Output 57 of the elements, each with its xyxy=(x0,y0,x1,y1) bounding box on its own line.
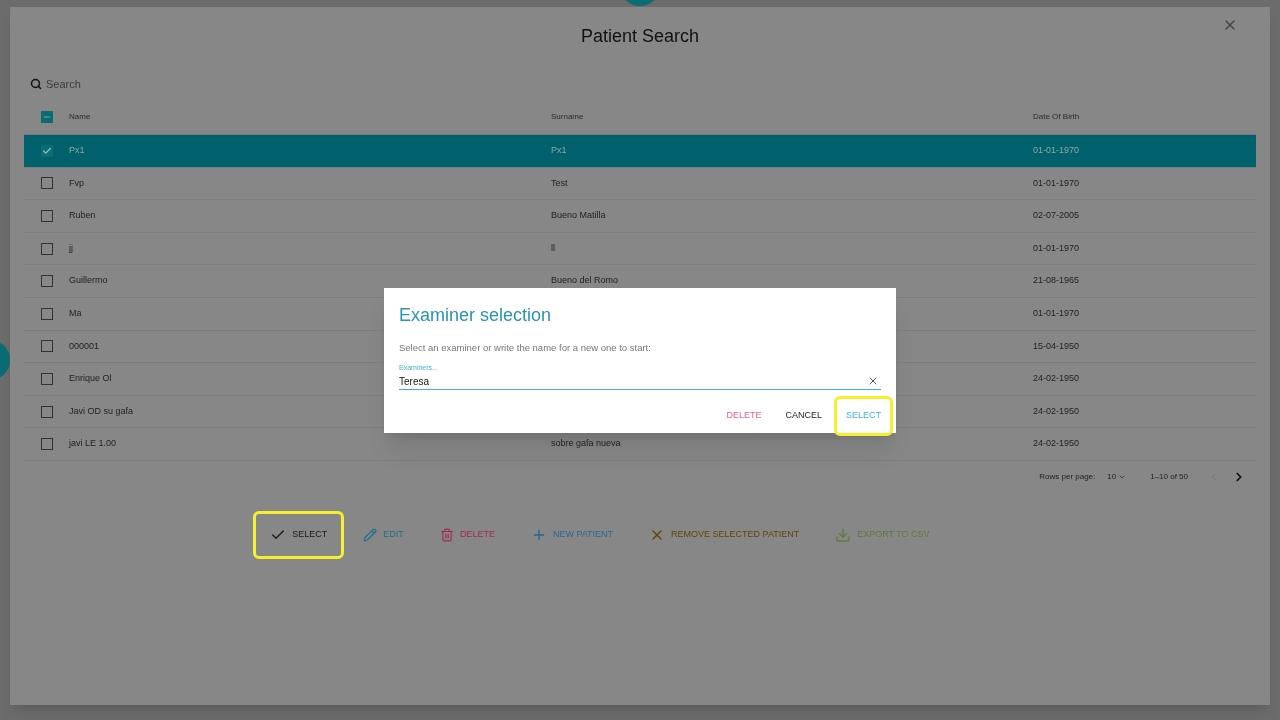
table-cell-text: 15-04-1950 xyxy=(1033,339,1080,353)
table-cell: Bueno del Romo xyxy=(551,275,619,286)
action-button[interactable]: REMOVE SELECTED PATIENT xyxy=(632,510,817,559)
table-cell: Test xyxy=(551,177,568,188)
table-cell: javi LE 1.00 xyxy=(69,438,117,449)
table-cell: Bueno Matilla xyxy=(551,210,606,221)
checkbox[interactable] xyxy=(40,405,53,418)
dialog-title: Examiner selection xyxy=(399,304,553,327)
download-icon xyxy=(835,526,852,543)
checkbox[interactable] xyxy=(40,340,53,353)
checkbox[interactable] xyxy=(40,110,53,123)
table-row[interactable]: Px1 Px1 01-01-1970 xyxy=(24,135,1256,168)
table-cell: 02-07-2005 xyxy=(1033,209,1080,223)
column-header[interactable]: Surname xyxy=(551,111,584,121)
table-cell-text: 01-01-1970 xyxy=(1033,307,1080,320)
table-cell: Enrique Ol xyxy=(69,373,112,384)
table-cell: 01-01-1970 xyxy=(1033,144,1080,158)
checkbox[interactable] xyxy=(40,275,53,288)
checkbox[interactable] xyxy=(40,210,53,222)
table-cell: Javi OD su gafa xyxy=(69,405,134,416)
checkbox[interactable] xyxy=(40,307,53,320)
table-cell: Ruben xyxy=(69,210,96,221)
table-cell: Fvp xyxy=(69,177,84,188)
rows-per-page-select[interactable]: 10 xyxy=(1107,470,1127,483)
table-cell-text: 01-01-1970 xyxy=(1033,241,1080,255)
checkbox[interactable] xyxy=(40,438,53,451)
table-cell: Ma xyxy=(69,308,82,318)
table-row[interactable]: Fvp Test 01-01-1970 xyxy=(24,167,1256,201)
pencil-icon xyxy=(363,527,378,542)
window-title: Patient Search xyxy=(580,25,700,48)
checkbox[interactable] xyxy=(40,372,53,385)
search-icon xyxy=(30,78,42,90)
table-cell-text: 24-02-1950 xyxy=(1033,404,1080,418)
table-cell: jj xyxy=(69,242,73,253)
column-header[interactable]: Date Of Birth xyxy=(1033,111,1080,121)
rows-per-page-label: Rows per page: xyxy=(1039,470,1096,483)
dialog-button[interactable]: SELECT xyxy=(834,395,893,436)
table-cell: Px1 xyxy=(69,145,85,156)
checkbox[interactable] xyxy=(40,144,53,157)
dialog-message: Select an examiner or write the name for a new one to start: xyxy=(399,341,652,355)
examiner-field[interactable]: Teresa xyxy=(399,373,867,389)
checkbox[interactable] xyxy=(40,242,53,255)
table-cell: sobre gafa nueva xyxy=(551,438,621,449)
table-cell: 000001 xyxy=(69,340,100,351)
trash-icon xyxy=(439,527,454,542)
table-row[interactable]: Ruben Bueno Matilla 02-07-2005 xyxy=(24,200,1256,233)
table-cell: 24-02-1950 xyxy=(1033,372,1080,386)
table-cell: Guillermo xyxy=(69,275,108,286)
column-header[interactable]: Name xyxy=(69,111,91,121)
table-cell: 24-02-1950 xyxy=(1033,437,1080,451)
table-cell: Px1 xyxy=(551,145,567,156)
action-button[interactable]: SELECT xyxy=(253,510,345,559)
table-cell: 21-08-1965 xyxy=(1033,274,1080,288)
page-range: 1–10 of 50 xyxy=(1150,470,1188,483)
search-field[interactable]: Search xyxy=(46,75,188,93)
table-cell-text: 01-01-1970 xyxy=(1033,176,1080,190)
checkbox[interactable] xyxy=(40,177,53,190)
